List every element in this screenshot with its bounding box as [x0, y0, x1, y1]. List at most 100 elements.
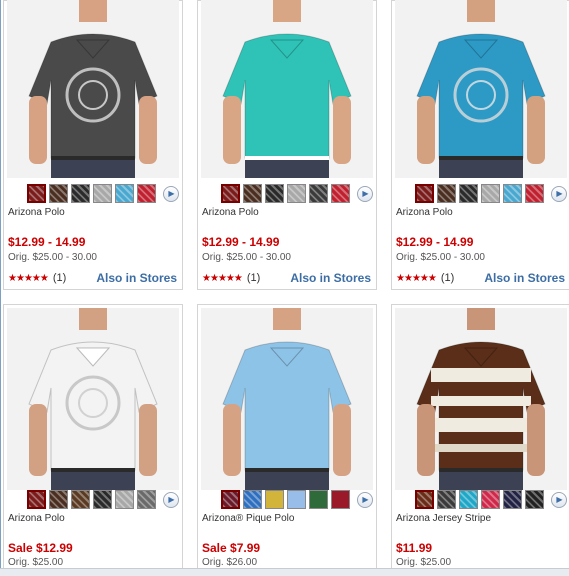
- star-icon: ★: [8, 272, 17, 284]
- original-price: Orig. $25.00 - 30.00: [202, 252, 291, 263]
- more-colors-button[interactable]: ▶: [551, 492, 567, 508]
- chevron-right-icon: ▶: [556, 495, 563, 504]
- color-swatch[interactable]: [309, 490, 328, 509]
- color-swatch[interactable]: [525, 184, 544, 203]
- star-icon: ★: [15, 272, 25, 284]
- color-swatch[interactable]: [49, 490, 68, 509]
- product-name[interactable]: Arizona Polo: [396, 207, 453, 218]
- color-swatch[interactable]: [49, 184, 68, 203]
- color-swatches: [415, 490, 544, 510]
- chevron-right-icon: ▶: [556, 189, 563, 198]
- product-image[interactable]: [201, 0, 373, 178]
- star-icon: ★: [217, 272, 227, 284]
- also-in-stores-link[interactable]: Also in Stores: [96, 271, 177, 285]
- color-swatch[interactable]: [503, 184, 522, 203]
- color-swatch[interactable]: [137, 184, 156, 203]
- star-icon: ★: [419, 272, 429, 284]
- original-price: Orig. $26.00: [202, 557, 258, 568]
- color-swatch[interactable]: [459, 490, 478, 509]
- color-swatch[interactable]: [27, 184, 46, 203]
- original-price: Orig. $25.00: [8, 557, 64, 568]
- product-price: $12.99 - 14.99: [396, 235, 474, 249]
- color-swatch[interactable]: [481, 490, 500, 509]
- color-swatch[interactable]: [221, 184, 240, 203]
- color-swatch[interactable]: [71, 184, 90, 203]
- chevron-right-icon: ▶: [168, 189, 175, 198]
- color-swatch[interactable]: [265, 184, 284, 203]
- rating-stars[interactable]: ★ ★ ★ ★ ★ (1): [396, 272, 454, 284]
- color-swatch[interactable]: [437, 184, 456, 203]
- product-image[interactable]: [7, 308, 179, 490]
- product-name[interactable]: Arizona Polo: [202, 207, 259, 218]
- product-name[interactable]: Arizona Polo: [8, 513, 65, 524]
- rating-stars[interactable]: ★ ★ ★ ★ ★ (1): [202, 272, 260, 284]
- rating-stars[interactable]: ★ ★ ★ ★ ★ (1): [8, 272, 66, 284]
- color-swatch[interactable]: [415, 490, 434, 509]
- color-swatch[interactable]: [437, 490, 456, 509]
- color-swatch[interactable]: [137, 490, 156, 509]
- product-name[interactable]: Arizona Jersey Stripe: [396, 513, 491, 524]
- star-icon: ★: [31, 272, 41, 284]
- original-price: Orig. $25.00 - 30.00: [396, 252, 485, 263]
- more-colors-button[interactable]: ▶: [163, 492, 179, 508]
- product-price: $12.99 - 14.99: [202, 235, 280, 249]
- star-icon: ★: [233, 272, 243, 284]
- color-swatch[interactable]: [525, 490, 544, 509]
- star-icon: ★: [396, 272, 405, 284]
- color-swatch[interactable]: [287, 184, 306, 203]
- chevron-right-icon: ▶: [362, 495, 369, 504]
- star-icon: ★: [209, 272, 219, 284]
- product-name[interactable]: Arizona Polo: [8, 207, 65, 218]
- rating-count: (1): [52, 272, 67, 284]
- color-swatch[interactable]: [27, 490, 46, 509]
- color-swatch[interactable]: [265, 490, 284, 509]
- star-icon: ★: [225, 272, 235, 284]
- rating-count: (1): [246, 272, 261, 284]
- product-price: Sale $7.99: [202, 541, 261, 555]
- original-price: Orig. $25.00: [396, 557, 452, 568]
- product-image[interactable]: [395, 308, 567, 490]
- color-swatch[interactable]: [93, 490, 112, 509]
- more-colors-button[interactable]: ▶: [357, 186, 373, 202]
- color-swatches: [415, 184, 544, 204]
- color-swatch[interactable]: [93, 184, 112, 203]
- color-swatches: [221, 184, 350, 204]
- star-icon: ★: [202, 272, 211, 284]
- also-in-stores-link[interactable]: Also in Stores: [484, 271, 565, 285]
- color-swatch[interactable]: [503, 490, 522, 509]
- color-swatch[interactable]: [243, 184, 262, 203]
- color-swatch[interactable]: [243, 490, 262, 509]
- product-image[interactable]: [201, 308, 373, 490]
- rating-count: (1): [440, 272, 455, 284]
- color-swatches: [27, 184, 156, 204]
- original-price: Orig. $25.00 - 30.00: [8, 252, 97, 263]
- also-in-stores-link[interactable]: Also in Stores: [290, 271, 371, 285]
- color-swatch[interactable]: [415, 184, 434, 203]
- more-colors-button[interactable]: ▶: [357, 492, 373, 508]
- color-swatch[interactable]: [71, 490, 90, 509]
- product-name[interactable]: Arizona® Pique Polo: [202, 513, 294, 524]
- product-price: Sale $12.99: [8, 541, 73, 555]
- color-swatch[interactable]: [459, 184, 478, 203]
- color-swatch[interactable]: [331, 490, 350, 509]
- color-swatches: [27, 490, 156, 510]
- page-edge: [0, 0, 1, 575]
- color-swatch[interactable]: [115, 184, 134, 203]
- star-icon: ★: [411, 272, 421, 284]
- star-icon: ★: [427, 272, 437, 284]
- star-icon: ★: [403, 272, 413, 284]
- more-colors-button[interactable]: ▶: [551, 186, 567, 202]
- color-swatch[interactable]: [287, 490, 306, 509]
- color-swatch[interactable]: [221, 490, 240, 509]
- star-icon: ★: [23, 272, 33, 284]
- product-image[interactable]: [395, 0, 567, 178]
- color-swatch[interactable]: [481, 184, 500, 203]
- product-image[interactable]: [7, 0, 179, 178]
- color-swatch[interactable]: [115, 490, 134, 509]
- more-colors-button[interactable]: ▶: [163, 186, 179, 202]
- chevron-right-icon: ▶: [168, 495, 175, 504]
- product-price: $11.99: [396, 541, 433, 555]
- color-swatch[interactable]: [309, 184, 328, 203]
- color-swatch[interactable]: [331, 184, 350, 203]
- color-swatches: [221, 490, 350, 510]
